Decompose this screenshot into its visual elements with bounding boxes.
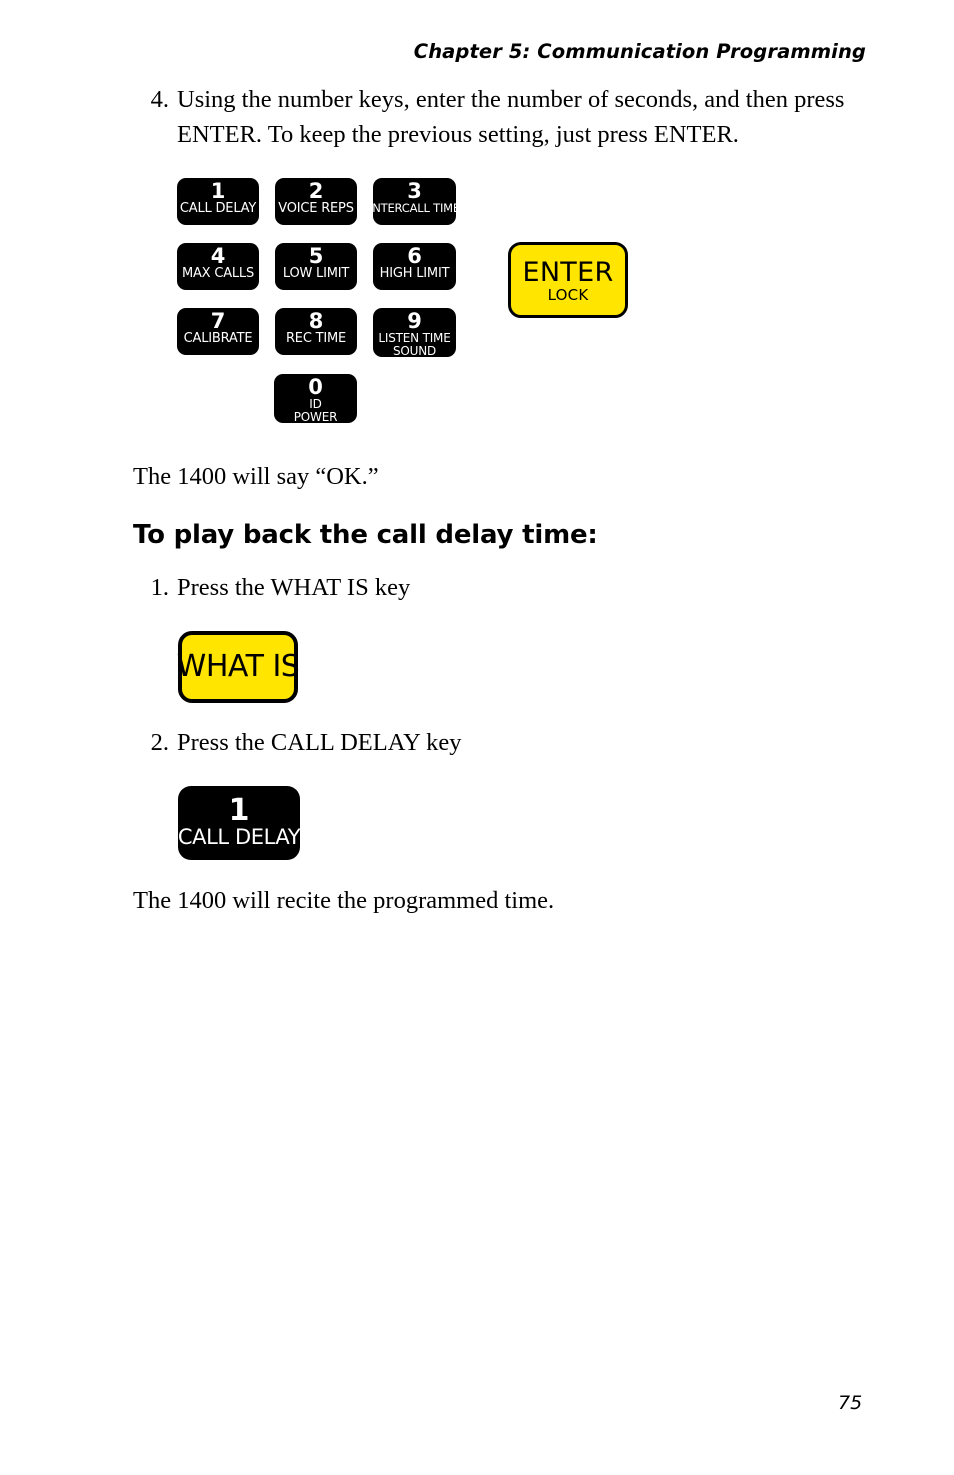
key-3-digit: 3	[407, 179, 422, 203]
playback-step-2-number: 2.	[150, 729, 169, 756]
playback-step-2-text: Press the CALL DELAY key	[177, 729, 462, 756]
enter-key-sublabel: LOCK	[547, 285, 589, 304]
page-content: 4. Using the number keys, enter the numb…	[133, 82, 873, 918]
keypad-row-4: 0 ID POWER	[274, 374, 357, 424]
page-number: 75	[838, 1392, 863, 1414]
key-1-call-delay[interactable]: 1 CALL DELAY	[177, 178, 259, 225]
key-9-label-line2: SOUND	[392, 344, 437, 358]
key-9-digit: 9	[407, 309, 422, 333]
step-4-number: 4.	[150, 86, 169, 113]
key-0-label-line2: POWER	[293, 410, 338, 424]
key-8-digit: 8	[308, 309, 324, 333]
key-7-calibrate[interactable]: 7 CALIBRATE	[177, 308, 259, 355]
key-call-delay-large[interactable]: 1 CALL DELAY	[177, 786, 301, 860]
keypad-row-3: 7 CALIBRATE 8 REC TIME 9 LISTEN TIME SOU…	[177, 308, 456, 358]
key-2-digit: 2	[308, 179, 324, 203]
key-6-label: HIGH LIMIT	[379, 266, 450, 281]
key-4-digit: 4	[210, 244, 226, 268]
key-0-id-power[interactable]: 0 ID POWER	[274, 374, 357, 424]
key-8-label: REC TIME	[285, 331, 347, 346]
key-3-intercall-time[interactable]: 3 INTERCALL TIME	[369, 178, 460, 225]
step-4: 4. Using the number keys, enter the numb…	[133, 82, 873, 152]
key-4-label: MAX CALLS	[181, 266, 255, 281]
key-2-label: VOICE REPS	[278, 201, 354, 216]
step-4-text: Using the number keys, enter the number …	[177, 86, 845, 148]
what-is-key-label: WHAT IS	[176, 649, 300, 684]
key-what-is[interactable]: WHAT IS	[176, 631, 300, 703]
keypad-row-2: 4 MAX CALLS 5 LOW LIMIT 6 HIGH LIMIT	[177, 243, 456, 290]
key-2-voice-reps[interactable]: 2 VOICE REPS	[275, 178, 357, 225]
key-1-label: CALL DELAY	[179, 201, 257, 216]
key-7-label: CALIBRATE	[183, 331, 253, 346]
key-enter-lock[interactable]: ENTER LOCK	[508, 242, 628, 318]
call-delay-key-digit: 1	[228, 793, 250, 828]
playback-step-2: 2. Press the CALL DELAY key	[133, 725, 873, 760]
playback-step-1-number: 1.	[150, 574, 169, 601]
key-9-listen-time-sound[interactable]: 9 LISTEN TIME SOUND	[373, 308, 456, 358]
playback-step-1-text: Press the WHAT IS key	[177, 574, 411, 601]
key-6-digit: 6	[407, 244, 422, 268]
playback-step-1: 1. Press the WHAT IS key	[133, 570, 873, 605]
key-4-max-calls[interactable]: 4 MAX CALLS	[177, 243, 259, 290]
closing-line: The 1400 will recite the programmed time…	[133, 887, 555, 914]
key-5-digit: 5	[308, 244, 324, 268]
running-header: Chapter 5: Communication Programming	[413, 40, 866, 63]
enter-key-title: ENTER	[522, 256, 614, 288]
keypad-row-1: 1 CALL DELAY 2 VOICE REPS 3 INTERCALL TI…	[177, 178, 460, 225]
key-3-label: INTERCALL TIME	[369, 201, 460, 215]
call-delay-key-label: CALL DELAY	[177, 825, 301, 849]
section-heading-playback: To play back the call delay time:	[133, 520, 598, 550]
key-1-digit: 1	[210, 179, 226, 203]
key-5-label: LOW LIMIT	[282, 266, 350, 281]
key-6-high-limit[interactable]: 6 HIGH LIMIT	[373, 243, 456, 290]
key-7-digit: 7	[210, 309, 226, 333]
key-5-low-limit[interactable]: 5 LOW LIMIT	[275, 243, 357, 290]
keypad-diagram: 1 CALL DELAY 2 VOICE REPS 3 INTERCALL TI…	[133, 170, 873, 430]
ok-confirmation-line: The 1400 will say “OK.”	[133, 463, 379, 490]
key-0-digit: 0	[308, 375, 323, 399]
key-8-rec-time[interactable]: 8 REC TIME	[275, 308, 357, 355]
